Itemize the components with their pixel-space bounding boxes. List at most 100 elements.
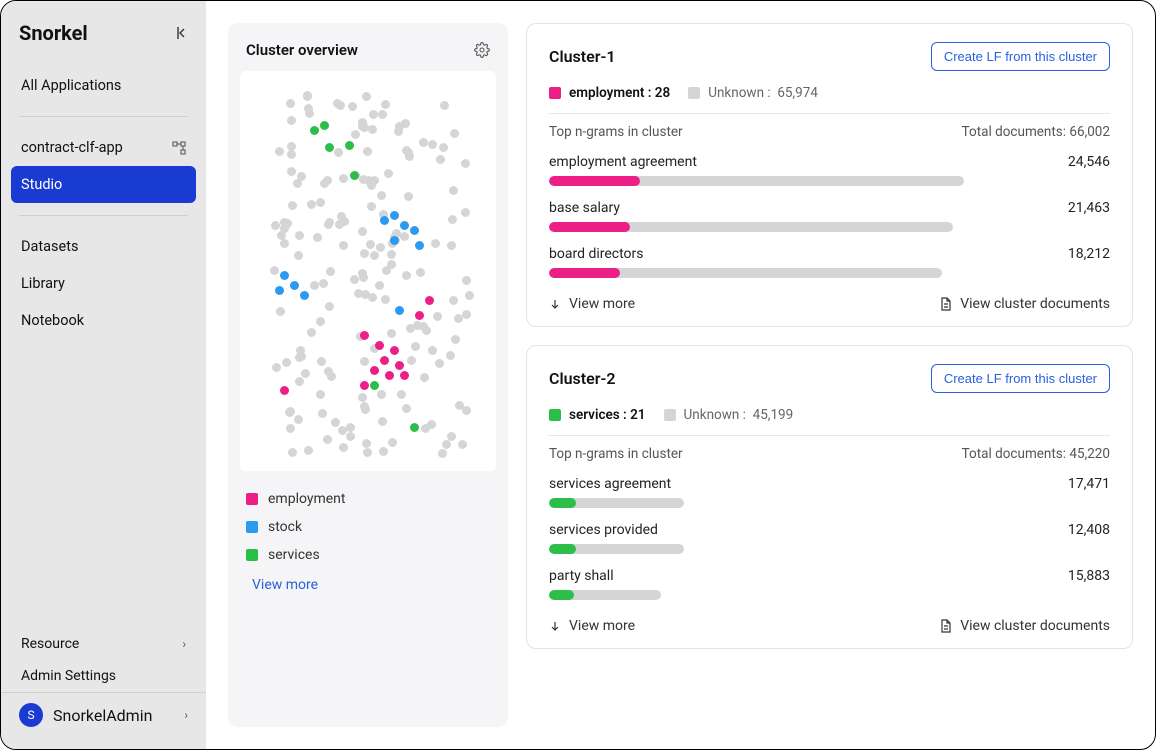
scatter-dot-blue: [400, 221, 409, 230]
scatter-legend: employment stock services View more: [240, 483, 496, 603]
swatch-pink: [549, 87, 561, 99]
scatter-dot-pink: [390, 346, 399, 355]
scatter-dot-pink: [380, 356, 389, 365]
scatter-dot: [272, 363, 281, 372]
scatter-dot: [295, 231, 304, 240]
scatter-dot: [402, 404, 411, 413]
swatch-pink: [246, 493, 258, 505]
scatter-dot: [435, 359, 444, 368]
sidebar-item-app[interactable]: contract-clf-app: [11, 129, 196, 166]
sidebar-item-all-applications[interactable]: All Applications: [11, 67, 196, 104]
scatter-dot: [369, 110, 378, 119]
create-lf-button[interactable]: Create LF from this cluster: [931, 364, 1110, 393]
unknown-tag: Unknown : 65,974: [688, 85, 818, 101]
scatter-dot: [316, 317, 325, 326]
scatter-dot: [405, 152, 414, 161]
scatter-dot-green: [310, 126, 319, 135]
ngram-bar-fill: [549, 544, 576, 554]
scatter-dot: [387, 250, 396, 259]
scatter-dot-blue: [390, 236, 399, 245]
scatter-dot: [287, 167, 296, 176]
view-documents-button[interactable]: View cluster documents: [940, 618, 1110, 634]
scatter-dot-blue: [390, 211, 399, 220]
scatter-dot: [447, 241, 456, 250]
view-documents-button[interactable]: View cluster documents: [940, 296, 1110, 312]
scatter-dot-pink: [370, 366, 379, 375]
scatter-dot: [336, 101, 345, 110]
swatch-blue: [246, 521, 258, 533]
scatter-dot: [288, 201, 297, 210]
scatter-dot: [447, 432, 456, 441]
scatter-dot-blue: [395, 306, 404, 315]
create-lf-button[interactable]: Create LF from this cluster: [931, 42, 1110, 71]
ngram-row: party shall 15,883: [549, 568, 1110, 600]
unknown-tag-text: Unknown : 65,974: [708, 85, 818, 101]
scatter-dot-blue: [415, 241, 424, 250]
swatch-green: [549, 409, 561, 421]
scatter-dot: [378, 110, 387, 119]
scatter-dot-green: [320, 121, 329, 130]
cluster-overview-panel: Cluster overview employment stock servic…: [228, 23, 508, 727]
scatter-dot: [367, 181, 376, 190]
scatter-dot: [378, 417, 387, 426]
scatter-dot-pink: [415, 311, 424, 320]
ngram-value: 18,212: [1068, 246, 1110, 262]
scatter-dot: [324, 367, 333, 376]
ngram-value: 17,471: [1068, 476, 1110, 492]
scatter-dot-blue: [300, 291, 309, 300]
overview-view-more[interactable]: View more: [246, 569, 490, 601]
scatter-dot: [440, 101, 449, 110]
scatter-dot: [360, 249, 369, 258]
scatter-dot: [316, 198, 325, 207]
sidebar-item-studio[interactable]: Studio: [11, 166, 196, 203]
scatter-dot: [286, 99, 295, 108]
ngram-bar: [549, 544, 684, 554]
ngram-value: 24,546: [1068, 154, 1110, 170]
scatter-dot: [318, 409, 327, 418]
scatter-dot: [462, 406, 471, 415]
scatter-dot: [350, 275, 359, 284]
scatter-dot: [351, 130, 360, 139]
view-more-button[interactable]: View more: [549, 618, 635, 634]
sidebar-item-datasets[interactable]: Datasets: [11, 228, 196, 265]
ngram-bar-fill: [549, 222, 630, 232]
scatter-dot: [388, 438, 397, 447]
scatter-dot: [404, 192, 413, 201]
ngram-bar: [549, 268, 942, 278]
cluster-card: Cluster-1 Create LF from this cluster em…: [526, 23, 1133, 327]
ngram-row: employment agreement 24,546: [549, 154, 1110, 186]
sidebar-item-notebook[interactable]: Notebook: [11, 302, 196, 339]
gear-icon[interactable]: [474, 42, 490, 58]
sidebar-user[interactable]: S SnorkelAdmin ›: [1, 692, 206, 737]
avatar: S: [19, 703, 43, 727]
scatter-dot: [319, 279, 328, 288]
scatter-dot-blue: [410, 226, 419, 235]
primary-tag: employment : 28: [549, 85, 670, 101]
legend-item-employment: employment: [246, 485, 490, 513]
collapse-icon[interactable]: [172, 25, 188, 41]
sidebar-item-library[interactable]: Library: [11, 265, 196, 302]
scatter-dot: [323, 435, 332, 444]
scatter-dot: [379, 447, 388, 456]
ngram-bar: [549, 498, 684, 508]
scatter-dot: [287, 116, 296, 125]
scatter-dot-pink: [385, 371, 394, 380]
total-docs-label: Total documents: 66,002: [962, 124, 1110, 140]
scatter-plot[interactable]: [240, 71, 496, 471]
ngram-label: services agreement: [549, 476, 671, 492]
view-more-button[interactable]: View more: [549, 296, 635, 312]
scatter-dot: [376, 243, 385, 252]
primary-tag-text: services : 21: [569, 407, 646, 423]
sidebar-item-admin[interactable]: Admin Settings: [11, 660, 196, 692]
sidebar-item-resource[interactable]: Resource ›: [11, 628, 196, 660]
scatter-dot: [282, 358, 291, 367]
scatter-dot: [387, 260, 396, 269]
scatter-dot: [358, 393, 367, 402]
scatter-dot: [462, 310, 471, 319]
scatter-dot: [431, 239, 440, 248]
arrow-down-icon: [549, 298, 561, 310]
scatter-dot: [442, 440, 451, 449]
scatter-dot-blue: [290, 281, 299, 290]
scatter-dot: [462, 276, 471, 285]
scatter-dot: [397, 390, 406, 399]
